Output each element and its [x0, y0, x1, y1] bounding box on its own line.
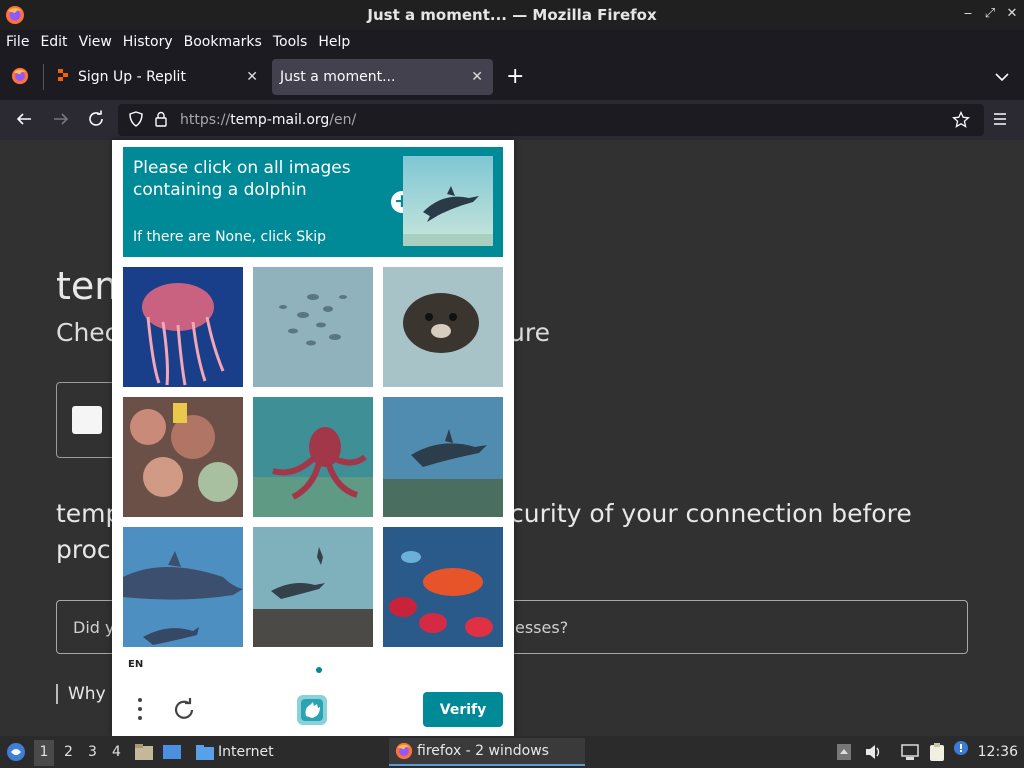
captcha-prompt-header: Please click on all images containing a … — [123, 147, 503, 257]
tab-label: Just a moment... — [280, 69, 396, 85]
hcaptcha-logo-icon — [294, 692, 330, 728]
menu-edit[interactable]: Edit — [40, 34, 67, 50]
question-end: esses? — [515, 617, 569, 637]
page-subheading: Chec — [56, 318, 119, 347]
network-icon[interactable] — [900, 743, 920, 765]
list-all-tabs-icon[interactable] — [994, 68, 1010, 87]
workspace-2[interactable]: 2 — [64, 744, 73, 760]
firefox-view-icon[interactable] — [11, 67, 29, 89]
captcha-tile-dolphin[interactable] — [383, 397, 503, 517]
workspace-4[interactable]: 4 — [112, 744, 121, 760]
tab-separator — [43, 64, 44, 90]
page-indicator-dot — [316, 667, 322, 673]
url-scheme: https:// — [180, 112, 231, 128]
url-text: https://temp-mail.org/en/ — [180, 112, 356, 128]
captcha-tile-tropical-fish[interactable] — [383, 527, 503, 647]
captcha-tile-dolphin-over-reef[interactable] — [253, 527, 373, 647]
captcha-tile-seal[interactable] — [383, 267, 503, 387]
taskbar: 1 2 3 4 Internet firefox - 2 windows 12:… — [0, 736, 1024, 768]
verify-button[interactable]: Verify — [423, 692, 503, 727]
page-subheading-tail: ure — [509, 318, 550, 347]
tab-strip: Sign Up - Replit ✕ Just a moment... ✕ + — [0, 54, 1024, 100]
question-start: Did y — [73, 617, 115, 637]
menu-history[interactable]: History — [123, 34, 173, 50]
captcha-tile-fish-school[interactable] — [253, 267, 373, 387]
file-manager-icon[interactable] — [134, 743, 154, 765]
menu-bookmarks[interactable]: Bookmarks — [184, 34, 262, 50]
menu-bar: File Edit View History Bookmarks Tools H… — [0, 30, 1024, 54]
forward-icon[interactable] — [52, 110, 70, 132]
navigation-bar: https://temp-mail.org/en/ — [0, 100, 1024, 140]
tab-sign-up-replit[interactable]: Sign Up - Replit ✕ — [48, 59, 268, 95]
paragraph-line2-start: proc — [56, 535, 111, 564]
captcha-refresh-icon[interactable] — [170, 696, 198, 724]
firefox-logo-icon — [5, 5, 25, 29]
minimize-icon[interactable]: ‒ — [960, 6, 976, 21]
captcha-skip-note: If there are None, click Skip — [133, 229, 327, 245]
task-label: firefox - 2 windows — [417, 743, 549, 759]
menu-help[interactable]: Help — [318, 34, 350, 50]
paragraph-line1-end: curity of your connection before — [510, 499, 912, 528]
captcha-challenge: Please click on all images containing a … — [112, 140, 514, 736]
example-dolphin-image — [403, 156, 493, 246]
tab-label: Sign Up - Replit — [78, 69, 186, 85]
workspace-1[interactable]: 1 — [34, 740, 54, 766]
clock: 12:36 — [977, 744, 1018, 760]
captcha-prompt: Please click on all images containing a … — [133, 158, 351, 200]
video-icon — [72, 406, 102, 434]
close-window-icon[interactable]: ✕ — [1004, 6, 1020, 21]
captcha-tile-coral-reef[interactable] — [123, 397, 243, 517]
volume-icon[interactable] — [864, 744, 882, 764]
tray-arrow-icon[interactable] — [836, 743, 852, 765]
captcha-menu-icon[interactable] — [132, 696, 148, 722]
workspace-3[interactable]: 3 — [88, 744, 97, 760]
folder-label[interactable]: Internet — [218, 744, 274, 760]
language-selector[interactable]: EN — [128, 659, 143, 670]
update-notification-icon[interactable] — [952, 740, 972, 764]
url-path: /en/ — [329, 112, 357, 128]
captcha-tile-octopus[interactable] — [253, 397, 373, 517]
clipboard-icon[interactable] — [928, 742, 946, 766]
menu-tools[interactable]: Tools — [273, 34, 308, 50]
url-bar[interactable]: https://temp-mail.org/en/ — [118, 104, 984, 136]
hamburger-menu-icon[interactable] — [991, 110, 1009, 132]
start-menu-icon[interactable] — [6, 742, 26, 766]
replit-favicon-icon — [56, 68, 70, 86]
captcha-tile-dolphins[interactable] — [123, 527, 243, 647]
title-bar: Just a moment... — Mozilla Firefox ‒ ⤢ ✕ — [0, 0, 1024, 30]
restore-icon[interactable]: ⤢ — [982, 6, 998, 21]
reload-icon[interactable] — [87, 110, 105, 132]
lock-icon[interactable] — [154, 111, 168, 131]
tab-close-icon[interactable]: ✕ — [471, 69, 483, 85]
tab-close-icon[interactable]: ✕ — [246, 69, 258, 85]
menu-file[interactable]: File — [6, 34, 29, 50]
captcha-tile-jellyfish[interactable] — [123, 267, 243, 387]
tab-just-a-moment[interactable]: Just a moment... ✕ — [272, 59, 493, 95]
window-title: Just a moment... — Mozilla Firefox — [367, 6, 657, 24]
folder-icon[interactable] — [195, 743, 215, 765]
menu-view[interactable]: View — [79, 34, 112, 50]
url-domain: temp-mail.org — [230, 112, 330, 128]
tracking-protection-shield-icon[interactable] — [128, 111, 144, 131]
back-icon[interactable] — [15, 110, 33, 132]
new-tab-icon[interactable]: + — [506, 64, 524, 89]
show-desktop-icon[interactable] — [162, 743, 182, 765]
firefox-task-icon — [395, 742, 413, 764]
bookmark-star-icon[interactable] — [952, 110, 970, 133]
taskbar-firefox-task[interactable]: firefox - 2 windows — [389, 738, 585, 766]
